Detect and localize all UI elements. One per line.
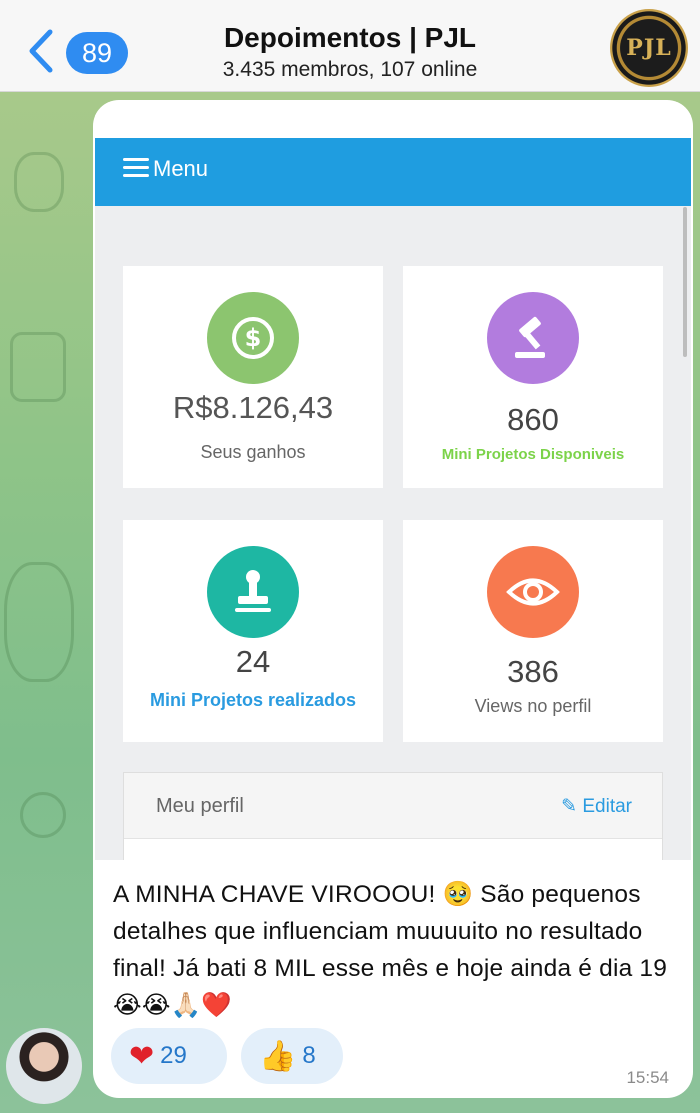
scrollbar-thumb [683, 207, 687, 357]
profile-views-label: Views no perfil [474, 696, 592, 716]
edit-profile-link: ✎ Editar [561, 795, 632, 818]
channel-avatar[interactable]: PJL [610, 9, 688, 87]
screenshot-top-strip [95, 102, 691, 138]
profile-views-value: 386 [507, 654, 559, 689]
chevron-left-icon[interactable] [24, 28, 60, 74]
reaction-count: 8 [302, 1042, 316, 1069]
reaction-count: 29 [160, 1042, 187, 1069]
earnings-label: Seus ganhos [200, 442, 306, 462]
available-projects-value: 860 [507, 402, 559, 437]
stamp-icon [207, 546, 299, 638]
attached-screenshot[interactable]: Menu $ R$8.126,43 Seus ganhos 860 Mini P… [95, 102, 691, 860]
completed-projects-card: 24 Mini Projetos realizados [123, 520, 383, 742]
avatar-logo-text: PJL [626, 35, 672, 61]
hamburger-icon [123, 158, 149, 178]
available-projects-label: Mini Projetos Disponiveis [441, 446, 625, 463]
pencil-icon: ✎ [561, 796, 583, 817]
eye-icon [487, 546, 579, 638]
available-projects-card: 860 Mini Projetos Disponiveis [403, 266, 663, 488]
heart-icon: ❤ [129, 1038, 155, 1074]
profile-panel-header: Meu perfil ✎ Editar [124, 773, 662, 839]
earnings-value: R$8.126,43 [172, 390, 334, 425]
menu-label: Menu [153, 156, 209, 181]
profile-title: Meu perfil [156, 795, 244, 817]
chat-title[interactable]: Depoimentos | PJL [150, 22, 550, 54]
chat-header: 89 Depoimentos | PJL 3.435 membros, 107 … [0, 0, 700, 92]
message-timestamp: 15:54 [626, 1068, 669, 1087]
sender-avatar[interactable] [6, 1028, 82, 1104]
svg-text:$: $ [245, 324, 262, 352]
completed-projects-value: 24 [235, 644, 271, 679]
edit-label: Editar [582, 796, 632, 817]
dollar-icon: $ [207, 292, 299, 384]
unread-count-badge[interactable]: 89 [66, 32, 128, 74]
earnings-card: $ R$8.126,43 Seus ganhos [123, 266, 383, 488]
reaction-heart[interactable]: ❤ 29 [111, 1028, 227, 1084]
gavel-icon [487, 292, 579, 384]
thumbs-up-icon: 👍 [259, 1038, 297, 1074]
completed-projects-label: Mini Projetos realizados [149, 690, 357, 710]
message-bubble[interactable]: Menu $ R$8.126,43 Seus ganhos 860 Mini P… [93, 100, 693, 1098]
member-count: 3.435 membros, 107 online [222, 58, 478, 81]
reaction-thumbs-up[interactable]: 👍 8 [241, 1028, 343, 1084]
profile-views-card: 386 Views no perfil [403, 520, 663, 742]
profile-panel: Meu perfil ✎ Editar [123, 772, 663, 860]
message-text: A MINHA CHAVE VIROOOU! 🥹 São pequenos de… [113, 881, 668, 1019]
